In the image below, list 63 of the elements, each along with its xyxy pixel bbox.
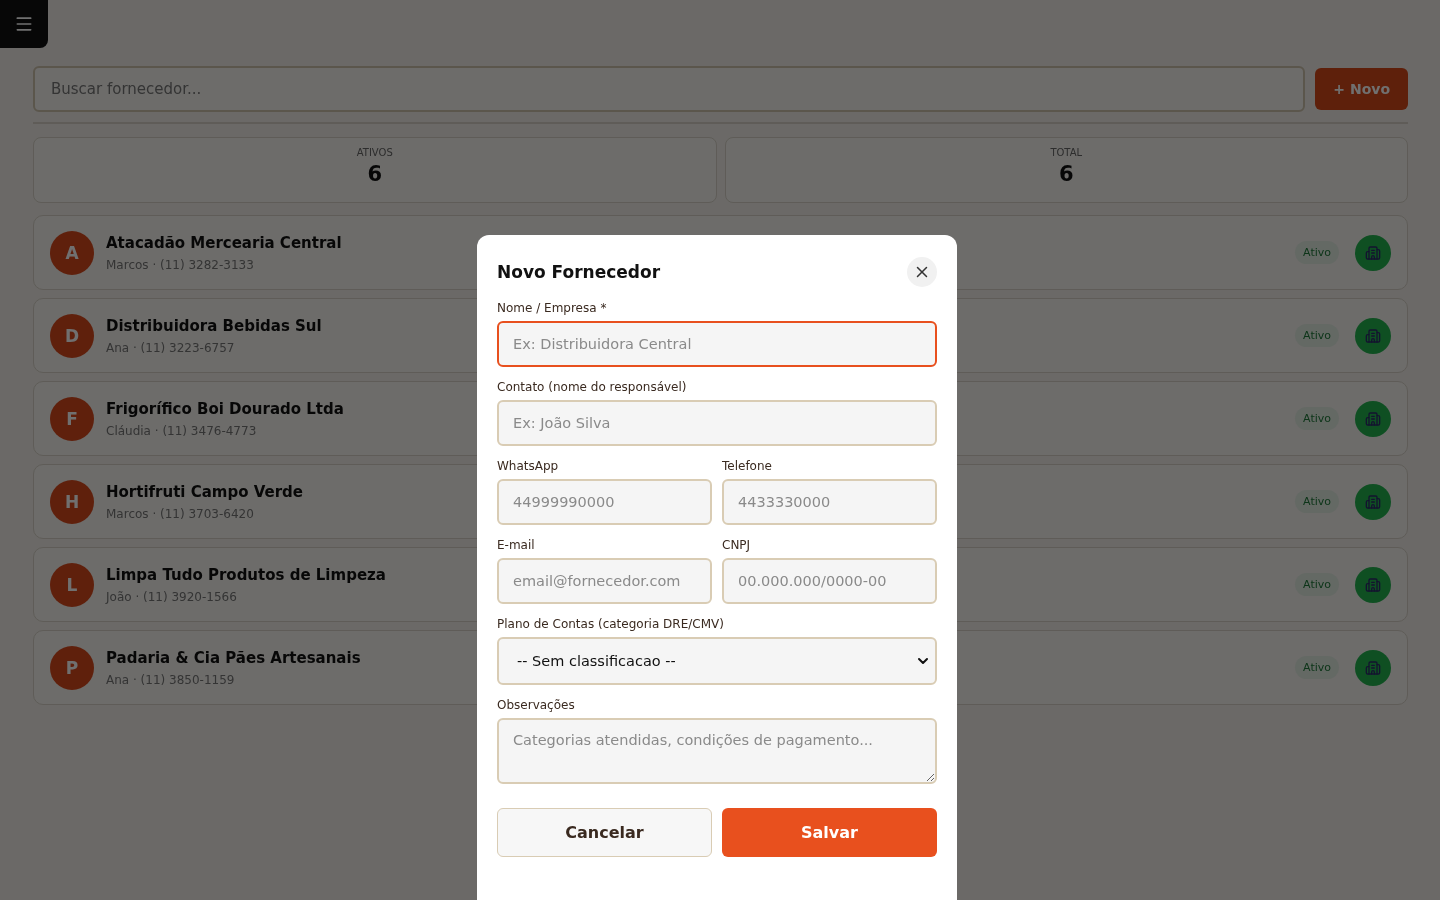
new-button[interactable]: + Novo — [1315, 68, 1408, 110]
menu-icon — [14, 14, 34, 34]
status-badge: Ativo — [1295, 324, 1339, 347]
supplier-name: Hortifruti Campo Verde — [106, 482, 303, 501]
field-label: Nome / Empresa * — [497, 301, 608, 315]
modal-title: Novo Fornecedor — [497, 262, 661, 282]
avatar: D — [50, 313, 94, 358]
building-icon — [1365, 410, 1381, 427]
building-icon — [1365, 493, 1381, 510]
save-button[interactable]: Salvar — [722, 808, 937, 857]
avatar: F — [50, 396, 94, 441]
menu-button[interactable] — [0, 0, 48, 48]
stat-value: 6 — [1058, 162, 1074, 186]
field-label: WhatsApp — [497, 459, 560, 473]
textarea-field[interactable]: Categorias atendidas, condições de pagamento... — [497, 718, 937, 784]
building-button[interactable] — [1355, 234, 1391, 271]
input-field[interactable]: email@fornecedor.com — [497, 558, 712, 604]
stat-label: ATIVOS — [356, 147, 393, 158]
field-label: Plano de Contas (categoria DRE/CMV) — [497, 617, 725, 631]
avatar: P — [50, 645, 94, 690]
supplier-contact: Ana · (11) 3223-6757 — [106, 340, 235, 355]
search-field[interactable]: Buscar fornecedor... — [33, 66, 1306, 112]
building-icon — [1365, 244, 1381, 261]
supplier-contact: Ana · (11) 3850-1159 — [106, 672, 235, 687]
field-label: Contato (nome do responsável) — [497, 380, 688, 394]
input-field[interactable]: 00.000.000/0000-00 — [722, 558, 937, 604]
supplier-name: Limpa Tudo Produtos de Limpeza — [106, 565, 386, 584]
supplier-contact: João · (11) 3920-1566 — [106, 589, 237, 604]
building-icon — [1365, 327, 1381, 344]
supplier-contact: Marcos · (11) 3282-3133 — [106, 257, 254, 272]
cancel-button[interactable]: Cancelar — [497, 808, 712, 857]
input-field[interactable]: 44999990000 — [497, 479, 712, 525]
input-field[interactable]: Ex: Distribuidora Central — [497, 321, 937, 367]
input-field[interactable]: Ex: João Silva — [497, 400, 937, 446]
status-badge: Ativo — [1295, 241, 1339, 264]
supplier-contact: Cláudia · (11) 3476-4773 — [106, 423, 257, 438]
building-icon — [1365, 576, 1381, 593]
status-badge: Ativo — [1295, 490, 1339, 513]
building-button[interactable] — [1355, 566, 1391, 603]
status-badge: Ativo — [1295, 656, 1339, 679]
stat-value: 6 — [367, 162, 383, 186]
building-button[interactable] — [1355, 317, 1391, 354]
supplier-contact: Marcos · (11) 3703-6420 — [106, 506, 254, 521]
status-badge: Ativo — [1295, 573, 1339, 596]
supplier-name: Distribuidora Bebidas Sul — [106, 316, 322, 335]
close-button[interactable] — [907, 257, 937, 287]
supplier-name: Atacadão Mercearia Central — [106, 233, 342, 252]
building-icon — [1365, 659, 1381, 676]
status-badge: Ativo — [1295, 407, 1339, 430]
building-button[interactable] — [1355, 649, 1391, 686]
select-field[interactable]: -- Sem classificacao -- — [497, 637, 937, 685]
building-button[interactable] — [1355, 483, 1391, 520]
building-button[interactable] — [1355, 400, 1391, 437]
field-label: Telefone — [722, 459, 773, 473]
avatar: A — [50, 230, 94, 275]
supplier-name: Frigorífico Boi Dourado Ltda — [106, 399, 344, 418]
input-field[interactable]: 4433330000 — [722, 479, 937, 525]
field-label: E-mail — [497, 538, 536, 552]
field-label: CNPJ — [722, 538, 752, 552]
avatar: L — [50, 562, 94, 607]
stat-label: TOTAL — [1050, 147, 1083, 158]
avatar: H — [50, 479, 94, 524]
supplier-name: Padaria & Cia Pães Artesanais — [106, 648, 361, 667]
